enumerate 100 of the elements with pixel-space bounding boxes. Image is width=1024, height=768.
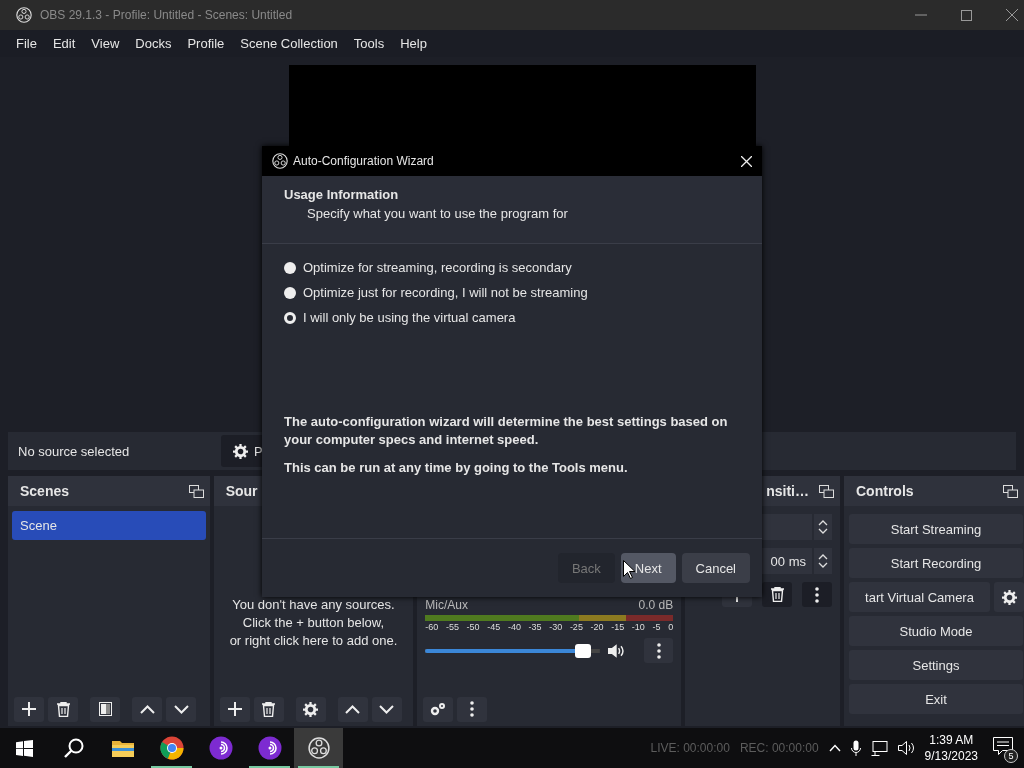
clock-date[interactable]: 9/13/2023 — [924, 748, 978, 764]
radio-button[interactable] — [284, 261, 296, 274]
menu-item[interactable]: Docks — [127, 36, 180, 51]
move-up-button[interactable] — [132, 696, 162, 722]
channel-name: Mic/Aux — [425, 598, 468, 612]
control-button[interactable]: Start Streaming — [849, 514, 1023, 544]
dock-title: Scenes — [20, 483, 70, 499]
remove-button[interactable] — [762, 582, 792, 607]
obs-app-icon — [307, 737, 330, 759]
clock-time[interactable]: 1:39 AM — [929, 732, 974, 748]
filter-icon — [98, 702, 112, 716]
radio-label[interactable]: Optimize just for recording, I will not be streaming — [303, 285, 588, 300]
dialog-button[interactable]: Cancel — [681, 553, 750, 583]
notification-icon — [993, 737, 1013, 755]
control-button[interactable]: tart Virtual Camera — [849, 582, 990, 612]
mouse-pointer-icon — [623, 560, 635, 579]
menu-item[interactable]: Profile — [179, 36, 233, 51]
dialog-button[interactable]: Next — [620, 553, 676, 583]
mixer-menu-button[interactable] — [457, 696, 488, 722]
microphone-icon[interactable] — [850, 739, 861, 757]
volume-reading: 0.0 dB — [638, 598, 674, 612]
network-icon[interactable] — [870, 740, 888, 756]
radio-button[interactable] — [284, 311, 296, 324]
meter-tick: 0 — [668, 622, 674, 632]
remove-button[interactable] — [48, 696, 78, 722]
meter-tick: -25 — [569, 622, 583, 632]
trash-icon — [262, 701, 276, 717]
plus-icon — [22, 702, 36, 716]
search-icon — [63, 738, 84, 758]
meter-tick: -55 — [445, 622, 459, 632]
meter-tick: -30 — [549, 622, 563, 632]
empty-message: Click the + button below, — [242, 614, 385, 632]
menu-item[interactable]: Scene Collection — [232, 36, 346, 51]
menu-item[interactable]: View — [83, 36, 128, 51]
move-up-button[interactable] — [337, 696, 368, 722]
more-options-icon — [815, 586, 819, 603]
page-subheading: Specify what you want to use the program for — [306, 206, 569, 221]
volume-icon[interactable] — [897, 741, 915, 755]
menu-item[interactable]: Tools — [345, 36, 393, 51]
move-down-button[interactable] — [166, 696, 196, 722]
dock-title: Sour — [225, 483, 258, 499]
info-text: The auto-configuration wizard will determine the best settings based on your computer specs and internet speed. — [284, 413, 729, 449]
taskbar-app[interactable] — [294, 728, 343, 768]
windows-logo-icon — [16, 739, 33, 757]
window-title: OBS 29.1.3 - Profile: Untitled - Scenes: Untitled — [40, 8, 293, 22]
spinner-arrows-icon — [818, 553, 828, 569]
channel-menu-button[interactable] — [644, 638, 674, 663]
notifications-button[interactable]: 5 — [988, 733, 1018, 763]
duration-spinner[interactable] — [814, 548, 832, 574]
speaker-icon[interactable] — [607, 643, 625, 658]
more-options-icon — [470, 701, 475, 717]
filters-button[interactable] — [90, 696, 120, 722]
spinner-arrows-icon — [818, 519, 828, 535]
status-text: LIVE: 00:00:00 — [650, 741, 730, 755]
virtual-camera-settings-button[interactable] — [994, 582, 1024, 612]
show-hidden-icons-icon[interactable] — [828, 744, 841, 752]
dock-title: Controls — [856, 483, 914, 499]
maximize-icon[interactable] — [961, 9, 972, 21]
radio-button[interactable] — [284, 286, 296, 299]
move-down-button[interactable] — [371, 696, 402, 722]
meter-tick: -15 — [611, 622, 625, 632]
meter-tick: -10 — [631, 622, 645, 632]
info-text: This can be run at any time by going to the Tools menu. — [284, 459, 629, 477]
page-heading: Usage Information — [284, 187, 400, 202]
running-indicator — [151, 766, 192, 768]
status-text: No source selected — [18, 443, 131, 459]
meter-tick: -5 — [652, 622, 661, 632]
slider-handle[interactable] — [575, 643, 592, 658]
control-button[interactable]: Start Recording — [849, 548, 1023, 578]
scene-item[interactable]: Scene — [12, 511, 206, 540]
menu-item[interactable]: Edit — [44, 36, 84, 51]
app-icon — [257, 736, 282, 760]
source-properties-button[interactable] — [295, 696, 326, 722]
control-button[interactable]: Exit — [849, 684, 1023, 714]
gears-icon — [429, 702, 448, 716]
plus-icon — [227, 702, 242, 716]
dock-title: nsiti… — [766, 483, 809, 499]
menu-item[interactable]: Help — [392, 36, 435, 51]
transition-menu-button[interactable] — [802, 582, 832, 607]
obs-logo-icon — [272, 153, 288, 169]
folder-icon — [111, 739, 134, 757]
remove-button[interactable] — [253, 696, 284, 722]
meter-tick: -50 — [466, 622, 480, 632]
obs-logo-icon — [16, 7, 32, 23]
running-indicator — [249, 766, 290, 768]
meter-tick: -60 — [425, 622, 439, 632]
notification-count: 5 — [1004, 749, 1018, 763]
add-button[interactable] — [219, 696, 250, 722]
meter-tick: -35 — [528, 622, 542, 632]
control-button[interactable]: Settings — [849, 650, 1023, 680]
radio-label[interactable]: I will only be using the virtual camera — [303, 310, 516, 325]
undock-icon — [188, 484, 204, 498]
undock-icon — [819, 484, 834, 498]
running-indicator — [298, 766, 339, 768]
add-button[interactable] — [14, 696, 44, 722]
undock-icon — [1003, 484, 1018, 498]
radio-label[interactable]: Optimize for streaming, recording is secondary — [303, 260, 572, 275]
control-button[interactable]: Studio Mode — [849, 616, 1023, 646]
menu-item[interactable]: File — [8, 36, 45, 51]
advanced-audio-button[interactable] — [423, 696, 454, 722]
